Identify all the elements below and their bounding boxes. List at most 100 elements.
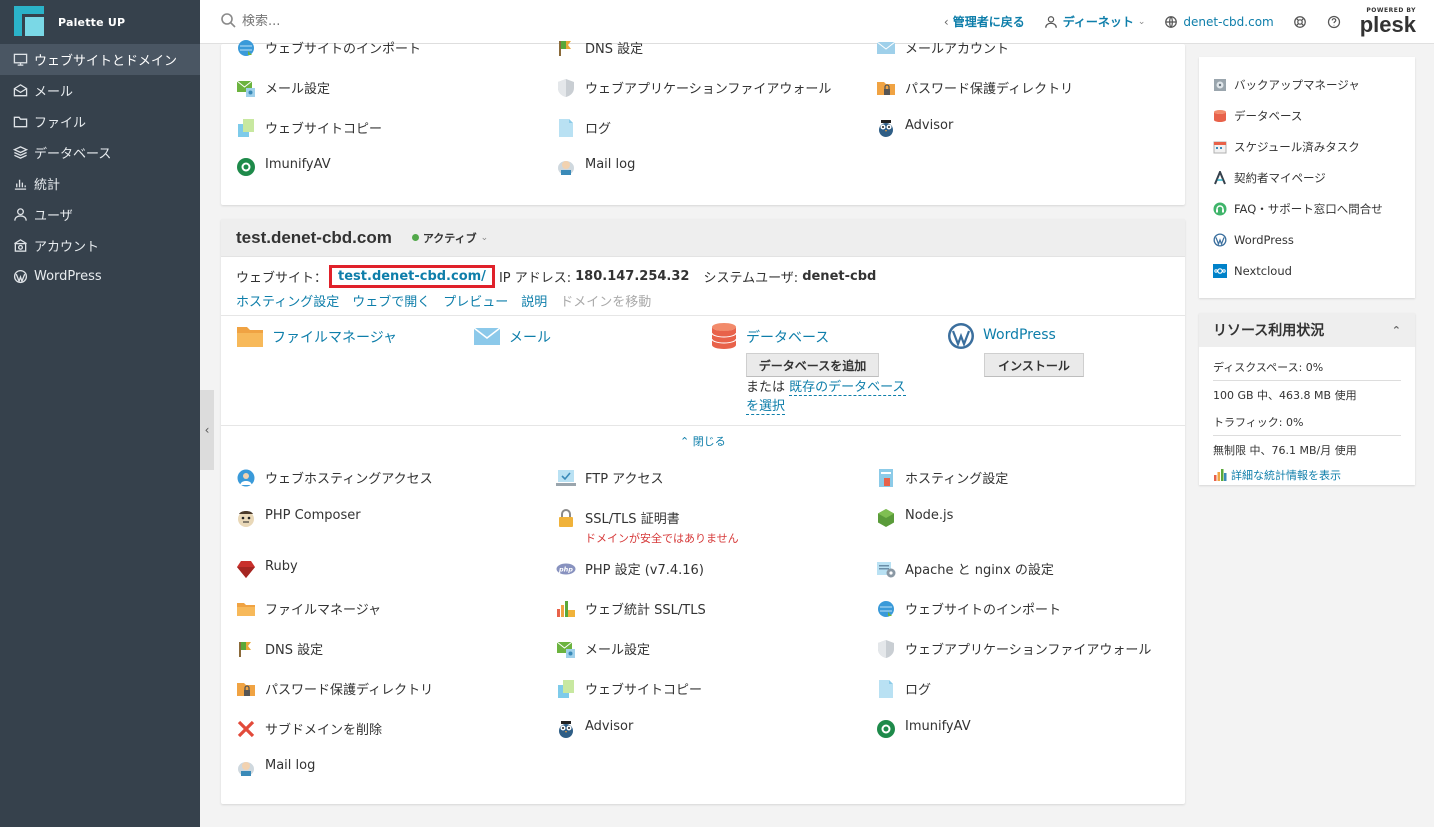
tool-advisor[interactable]: Advisor xyxy=(876,118,953,138)
ftp-icon xyxy=(556,468,576,488)
add-database-button[interactable]: データベースを追加 xyxy=(746,353,879,377)
delete-icon xyxy=(236,719,256,739)
tool-dns-settings[interactable]: DNS 設定 xyxy=(556,38,643,58)
tool-web-stats[interactable]: ウェブ統計 SSL/TLS xyxy=(556,599,706,619)
chevron-up-icon[interactable]: ⌃ xyxy=(1392,324,1401,337)
tool-mail-settings[interactable]: メール設定 xyxy=(236,78,330,98)
tool-label: ログ xyxy=(585,122,612,137)
tool-ssl-certificates[interactable]: SSL/TLS 証明書ドメインが安全ではありません xyxy=(556,508,739,546)
mypage-icon xyxy=(1213,170,1227,185)
tool-hosting-settings[interactable]: ホスティング設定 xyxy=(876,468,1008,488)
right-link-wordpress[interactable]: WordPress xyxy=(1199,224,1415,255)
hosting-settings-link[interactable]: ホスティング設定 xyxy=(236,291,339,310)
sidebar-item-label: WordPress xyxy=(34,269,102,284)
sidebar-item-wordpress[interactable]: WordPress xyxy=(0,261,200,292)
tool-password-directories-2[interactable]: パスワード保護ディレクトリ xyxy=(236,679,433,699)
quick-database[interactable]: データベース xyxy=(710,322,829,350)
tool-website-copy[interactable]: ウェブサイトコピー xyxy=(236,118,382,138)
sidebar-item-mail[interactable]: メール xyxy=(0,75,200,106)
sidebar-item-websites[interactable]: ウェブサイトとドメイン xyxy=(0,44,200,75)
search-input[interactable] xyxy=(242,14,642,29)
tool-mail-accounts[interactable]: メールアカウント xyxy=(876,38,1009,58)
tool-label: SSL/TLS 証明書 xyxy=(585,512,680,527)
quick-mail[interactable]: メール xyxy=(473,322,551,350)
tool-mail-log[interactable]: Mail log xyxy=(556,157,635,177)
detailed-stats-link[interactable]: 詳細な統計情報を表示 xyxy=(1213,467,1401,483)
tool-website-import-2[interactable]: ウェブサイトのインポート xyxy=(876,599,1061,619)
tool-php-settings[interactable]: php PHP 設定 (v7.4.16) xyxy=(556,559,704,579)
sidebar-collapse-handle[interactable]: ‹ xyxy=(200,390,214,470)
install-wordpress-button[interactable]: インストール xyxy=(984,353,1084,377)
folder-icon xyxy=(236,599,256,619)
right-link-nextcloud[interactable]: Nextcloud xyxy=(1199,255,1415,286)
tool-label: パスワード保護ディレクトリ xyxy=(905,82,1074,97)
tool-php-composer[interactable]: PHP Composer xyxy=(236,508,361,528)
tool-label: ウェブアプリケーションファイアウォール xyxy=(905,643,1152,658)
support-icon xyxy=(1213,202,1227,216)
backup-icon xyxy=(1213,78,1227,92)
tool-mail-log-2[interactable]: Mail log xyxy=(236,758,315,778)
back-to-admin-link[interactable]: ‹ 管理者に戻る xyxy=(944,13,1025,30)
sidebar-item-databases[interactable]: データベース xyxy=(0,137,200,168)
status-badge[interactable]: アクティブ ⌄ xyxy=(411,230,488,246)
tool-website-import[interactable]: ウェブサイトのインポート xyxy=(236,38,421,58)
tool-file-manager[interactable]: ファイルマネージャ xyxy=(236,599,381,619)
hosting-settings-icon xyxy=(876,468,896,488)
tool-label: DNS 設定 xyxy=(585,42,644,57)
layers-icon xyxy=(12,145,28,161)
existing-db-label: 既存のデータベース xyxy=(789,380,906,395)
tool-label: DNS 設定 xyxy=(265,643,324,658)
owl-icon xyxy=(556,719,576,739)
preview-link[interactable]: プレビュー xyxy=(443,291,508,310)
tool-waf[interactable]: ウェブアプリケーションファイアウォール xyxy=(556,78,831,98)
quick-file-manager[interactable]: ファイルマネージャ xyxy=(236,322,397,350)
tool-password-directories[interactable]: パスワード保護ディレクトリ xyxy=(876,78,1073,98)
user-menu[interactable]: ディーネット ⌄ xyxy=(1043,13,1145,30)
right-link-faq-support[interactable]: FAQ・サポート窓口へ問合せ xyxy=(1199,193,1415,224)
brand-name: Palette UP xyxy=(58,15,126,29)
tool-label: メールアカウント xyxy=(905,42,1010,57)
tool-logs-2[interactable]: ログ xyxy=(876,679,931,699)
open-in-web-link[interactable]: ウェブで開く xyxy=(352,291,430,310)
right-link-databases[interactable]: データベース xyxy=(1199,100,1415,131)
log-icon xyxy=(876,679,896,699)
tool-website-copy-2[interactable]: ウェブサイトコピー xyxy=(556,679,702,699)
sidebar-item-account[interactable]: アカウント xyxy=(0,230,200,261)
sidebar-item-users[interactable]: ユーザ xyxy=(0,199,200,230)
tool-advisor-2[interactable]: Advisor xyxy=(556,719,633,739)
sidebar-item-files[interactable]: ファイル xyxy=(0,106,200,137)
tool-ruby[interactable]: Ruby xyxy=(236,559,298,579)
quick-wordpress[interactable]: WordPress xyxy=(947,322,1056,350)
sidebar-item-label: データベース xyxy=(34,147,112,162)
divider xyxy=(221,315,1185,316)
database-icon xyxy=(710,322,738,350)
tool-web-hosting-access[interactable]: ウェブホスティングアクセス xyxy=(236,468,433,488)
tool-apache-nginx[interactable]: Apache と nginx の設定 xyxy=(876,559,1054,579)
tool-ftp-access[interactable]: FTP アクセス xyxy=(556,468,664,488)
tool-waf-2[interactable]: ウェブアプリケーションファイアウォール xyxy=(876,639,1151,659)
svg-text:php: php xyxy=(558,566,573,574)
help-icon[interactable] xyxy=(1326,14,1342,30)
tool-imunifyav-2[interactable]: ImunifyAV xyxy=(876,719,971,739)
ssl-warning-text: ドメインが安全ではありません xyxy=(585,532,739,545)
user-icon xyxy=(1043,14,1059,30)
support-lifebuoy-icon[interactable] xyxy=(1292,14,1308,30)
tool-dns-settings-2[interactable]: DNS 設定 xyxy=(236,639,323,659)
tool-label: ウェブ統計 SSL/TLS xyxy=(585,603,706,618)
tool-nodejs[interactable]: Node.js xyxy=(876,508,953,528)
globe-import-icon xyxy=(876,599,896,619)
tool-delete-subdomain[interactable]: サブドメインを削除 xyxy=(236,719,382,739)
close-tools-link[interactable]: ⌃ 閉じる xyxy=(680,433,726,449)
right-link-my-page[interactable]: 契約者マイページ xyxy=(1199,162,1415,193)
description-link[interactable]: 説明 xyxy=(521,291,547,310)
tool-logs[interactable]: ログ xyxy=(556,118,611,138)
right-link-backup-manager[interactable]: バックアップマネージャ xyxy=(1199,69,1415,100)
domain-switcher[interactable]: denet-cbd.com xyxy=(1163,14,1274,30)
website-url-link[interactable]: test.denet-cbd.com/ xyxy=(329,265,495,288)
tool-imunifyav[interactable]: ImunifyAV xyxy=(236,157,331,177)
right-link-scheduled-tasks[interactable]: スケジュール済みタスク xyxy=(1199,131,1415,162)
sidebar-item-statistics[interactable]: 統計 xyxy=(0,168,200,199)
brand[interactable]: Palette UP xyxy=(0,0,200,44)
palette-logo-icon xyxy=(14,4,50,40)
tool-mail-settings-2[interactable]: メール設定 xyxy=(556,639,650,659)
